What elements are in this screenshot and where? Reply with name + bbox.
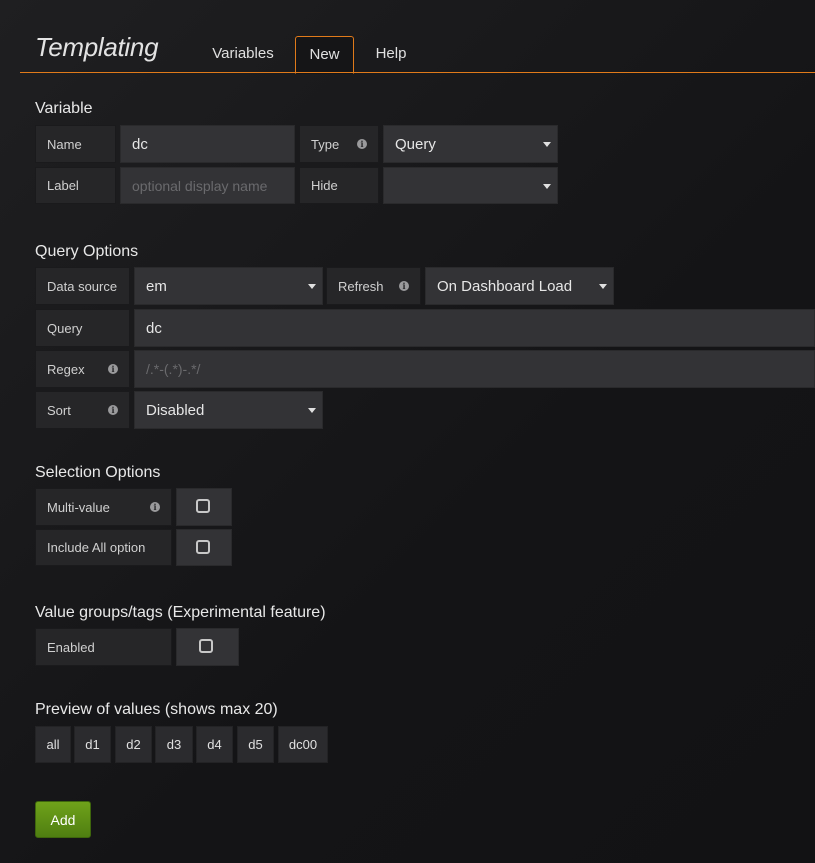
refresh-label: Refresh	[338, 278, 384, 294]
regex-label-cell: Regex i	[35, 350, 130, 388]
type-select[interactable]: Query	[383, 125, 558, 163]
include-all-checkbox[interactable]	[196, 540, 210, 554]
preview-title: Preview of values (shows max 20)	[35, 701, 278, 718]
enabled-checkbox[interactable]	[199, 639, 213, 653]
name-label: Name	[35, 125, 116, 163]
chevron-down-icon	[308, 408, 316, 413]
preview-value: d2	[115, 726, 152, 763]
preview-value: d5	[237, 726, 274, 763]
label-input[interactable]: optional display name	[120, 167, 295, 204]
preview-value: d4	[196, 726, 233, 763]
info-icon[interactable]: i	[150, 502, 160, 512]
sort-select[interactable]: Disabled	[134, 391, 323, 429]
hide-label: Hide	[299, 167, 379, 204]
chevron-down-icon	[543, 183, 551, 189]
info-icon[interactable]: i	[108, 364, 118, 374]
sort-value: Disabled	[146, 401, 205, 419]
enabled-checkbox-cell[interactable]	[176, 628, 239, 666]
tab-new[interactable]: New	[295, 36, 354, 74]
chevron-down-icon	[308, 284, 316, 289]
query-options-title: Query Options	[35, 243, 139, 260]
label-label: Label	[35, 167, 116, 204]
type-label: Type	[311, 136, 340, 152]
sort-label: Sort	[47, 402, 71, 418]
multi-value-label: Multi-value	[47, 499, 110, 515]
datasource-value: em	[146, 277, 167, 295]
variable-section-title: Variable	[35, 100, 93, 117]
include-all-label: Include All option	[35, 529, 172, 566]
multi-value-label-cell: Multi-value i	[35, 488, 172, 526]
selection-options-title: Selection Options	[35, 464, 161, 481]
regex-input[interactable]: /.*-(.*)-.*/	[134, 350, 815, 388]
enabled-label: Enabled	[35, 628, 172, 666]
chevron-down-icon	[599, 284, 607, 289]
name-value: dc	[132, 135, 148, 153]
page-title: Templating	[35, 32, 159, 62]
preview-value: dc00	[278, 726, 328, 763]
regex-placeholder: /.*-(.*)-.*/	[146, 361, 201, 377]
refresh-label-cell: Refresh i	[326, 267, 421, 305]
multi-value-checkbox[interactable]	[196, 499, 210, 513]
info-icon[interactable]: i	[399, 281, 409, 291]
query-input[interactable]: dc	[134, 309, 815, 347]
datasource-label: Data source	[35, 267, 130, 305]
value-groups-title: Value groups/tags (Experimental feature)	[35, 604, 326, 621]
hide-select[interactable]	[383, 167, 558, 204]
preview-value: d3	[155, 726, 193, 763]
tab-variables[interactable]: Variables	[203, 36, 283, 73]
type-label-cell: Type i	[299, 125, 379, 163]
sort-label-cell: Sort i	[35, 391, 130, 429]
regex-label: Regex	[47, 361, 85, 377]
multi-value-checkbox-cell[interactable]	[176, 488, 232, 526]
name-input[interactable]: dc	[120, 125, 295, 163]
info-icon[interactable]: i	[108, 405, 118, 415]
query-label: Query	[35, 309, 130, 347]
datasource-select[interactable]: em	[134, 267, 323, 305]
tab-help[interactable]: Help	[366, 36, 416, 73]
include-all-checkbox-cell[interactable]	[176, 529, 232, 566]
refresh-select[interactable]: On Dashboard Load	[425, 267, 614, 305]
header-divider	[20, 72, 815, 73]
add-button[interactable]: Add	[35, 801, 91, 838]
preview-value: all	[35, 726, 71, 763]
label-placeholder: optional display name	[132, 177, 268, 194]
chevron-down-icon	[543, 142, 551, 147]
query-value: dc	[146, 319, 162, 337]
refresh-value: On Dashboard Load	[437, 277, 573, 295]
info-icon[interactable]: i	[357, 139, 367, 149]
preview-value: d1	[74, 726, 111, 763]
type-value: Query	[395, 135, 436, 153]
